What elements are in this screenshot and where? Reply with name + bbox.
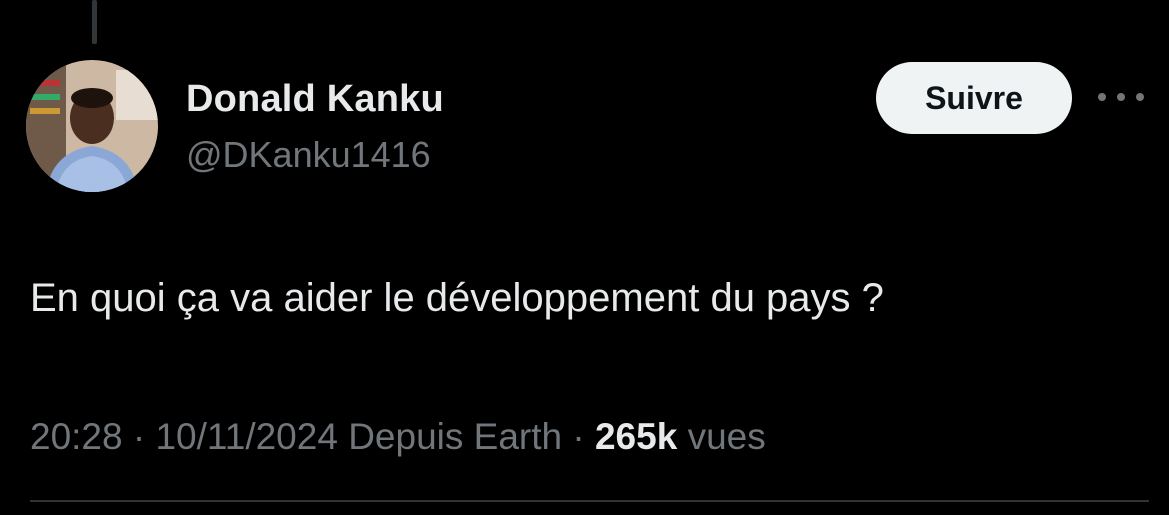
tweet-text: En quoi ça va aider le développement du … (30, 276, 884, 320)
divider (30, 500, 1149, 502)
more-horizontal-icon[interactable] (1098, 82, 1144, 112)
more-dot (1117, 93, 1125, 101)
avatar-photo (26, 60, 158, 192)
more-dot (1098, 93, 1106, 101)
views-count[interactable]: 265k (595, 416, 677, 457)
views-label: vues (687, 416, 766, 457)
thread-connector-line (92, 0, 97, 44)
tweet-source: Depuis Earth (348, 416, 563, 457)
avatar[interactable] (26, 60, 158, 192)
author-handle[interactable]: @DKanku1416 (186, 134, 431, 176)
author-name[interactable]: Donald Kanku (186, 78, 444, 121)
tweet-time[interactable]: 20:28 (30, 416, 123, 457)
meta-separator: · (572, 416, 585, 457)
follow-button[interactable]: Suivre (876, 62, 1072, 134)
meta-separator: · (132, 416, 146, 457)
tweet-metadata: 20:28 · 10/11/2024 Depuis Earth · 265k v… (30, 416, 766, 458)
tweet-date[interactable]: 10/11/2024 (155, 416, 337, 457)
more-dot (1136, 93, 1144, 101)
